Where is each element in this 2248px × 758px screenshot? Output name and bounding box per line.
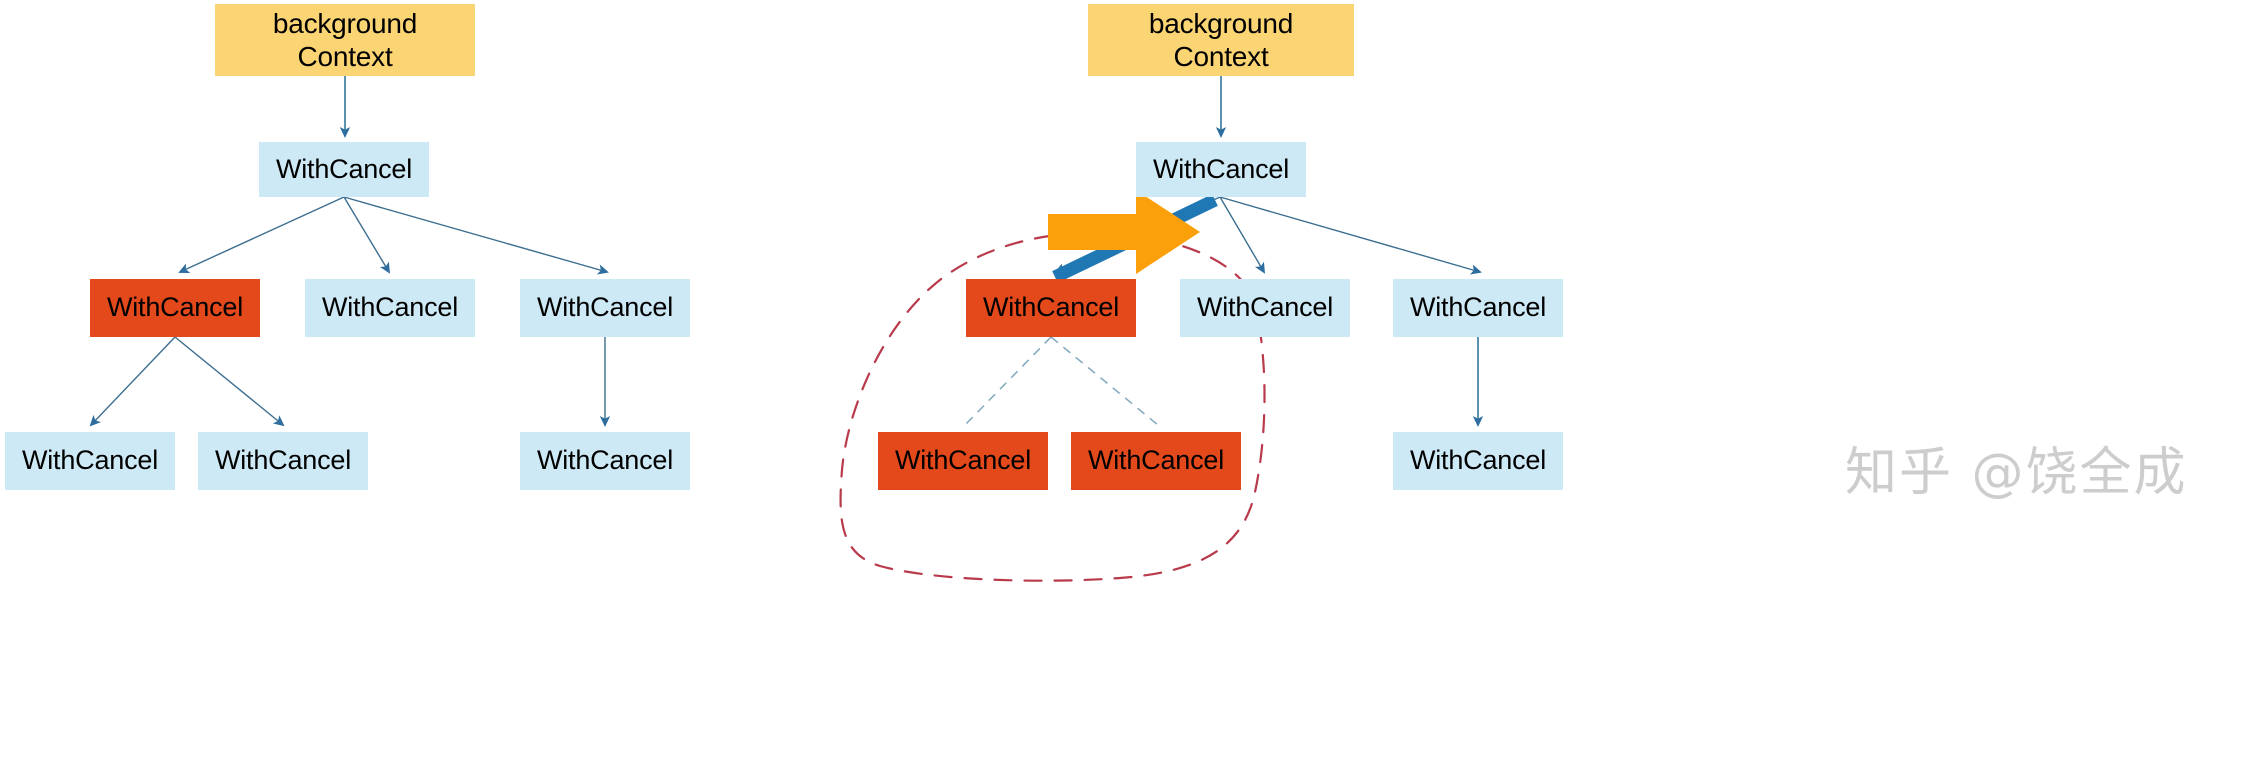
- edge-R2a-R3b: [1050, 336, 1159, 426]
- edge-L2a-L3b: [174, 336, 285, 427]
- right-edges: [964, 76, 1484, 427]
- left-node-withcancel-leaf-b[interactable]: WithCancel: [198, 432, 368, 490]
- right-node-withcancel-c[interactable]: WithCancel: [1393, 279, 1563, 337]
- right-node-withcancel-leaf-a[interactable]: WithCancel: [878, 432, 1048, 490]
- right-node-withcancel-root[interactable]: WithCancel: [1136, 142, 1306, 197]
- right-node-withcancel-cancelled[interactable]: WithCancel: [966, 279, 1136, 337]
- diagram-canvas: background Context WithCancel WithCancel…: [0, 0, 2248, 758]
- right-node-withcancel-leaf-c[interactable]: WithCancel: [1393, 432, 1563, 490]
- edge-L2a-L3a: [89, 336, 176, 427]
- edge-L1-L2a: [178, 196, 345, 273]
- right-node-background-context[interactable]: background Context: [1088, 4, 1354, 76]
- left-node-withcancel-leaf-c[interactable]: WithCancel: [520, 432, 690, 490]
- edges-layer: [89, 76, 1484, 582]
- left-node-withcancel-b[interactable]: WithCancel: [305, 279, 475, 337]
- right-node-withcancel-leaf-b[interactable]: WithCancel: [1071, 432, 1241, 490]
- left-node-background-context[interactable]: background Context: [215, 4, 475, 76]
- edge-R2a-R3a: [964, 336, 1052, 426]
- transform-arrow: [1048, 188, 1200, 276]
- left-node-withcancel-c[interactable]: WithCancel: [520, 279, 690, 337]
- left-node-withcancel-cancelled[interactable]: WithCancel: [90, 279, 260, 337]
- watermark: 知乎 @饶全成: [1845, 443, 2188, 503]
- left-node-withcancel-root[interactable]: WithCancel: [259, 142, 429, 197]
- edge-L1-L2c: [343, 196, 609, 275]
- left-node-withcancel-leaf-a[interactable]: WithCancel: [5, 432, 175, 490]
- left-edges: [89, 76, 611, 427]
- edge-R1-R2c: [1219, 196, 1482, 275]
- right-node-withcancel-b[interactable]: WithCancel: [1180, 279, 1350, 337]
